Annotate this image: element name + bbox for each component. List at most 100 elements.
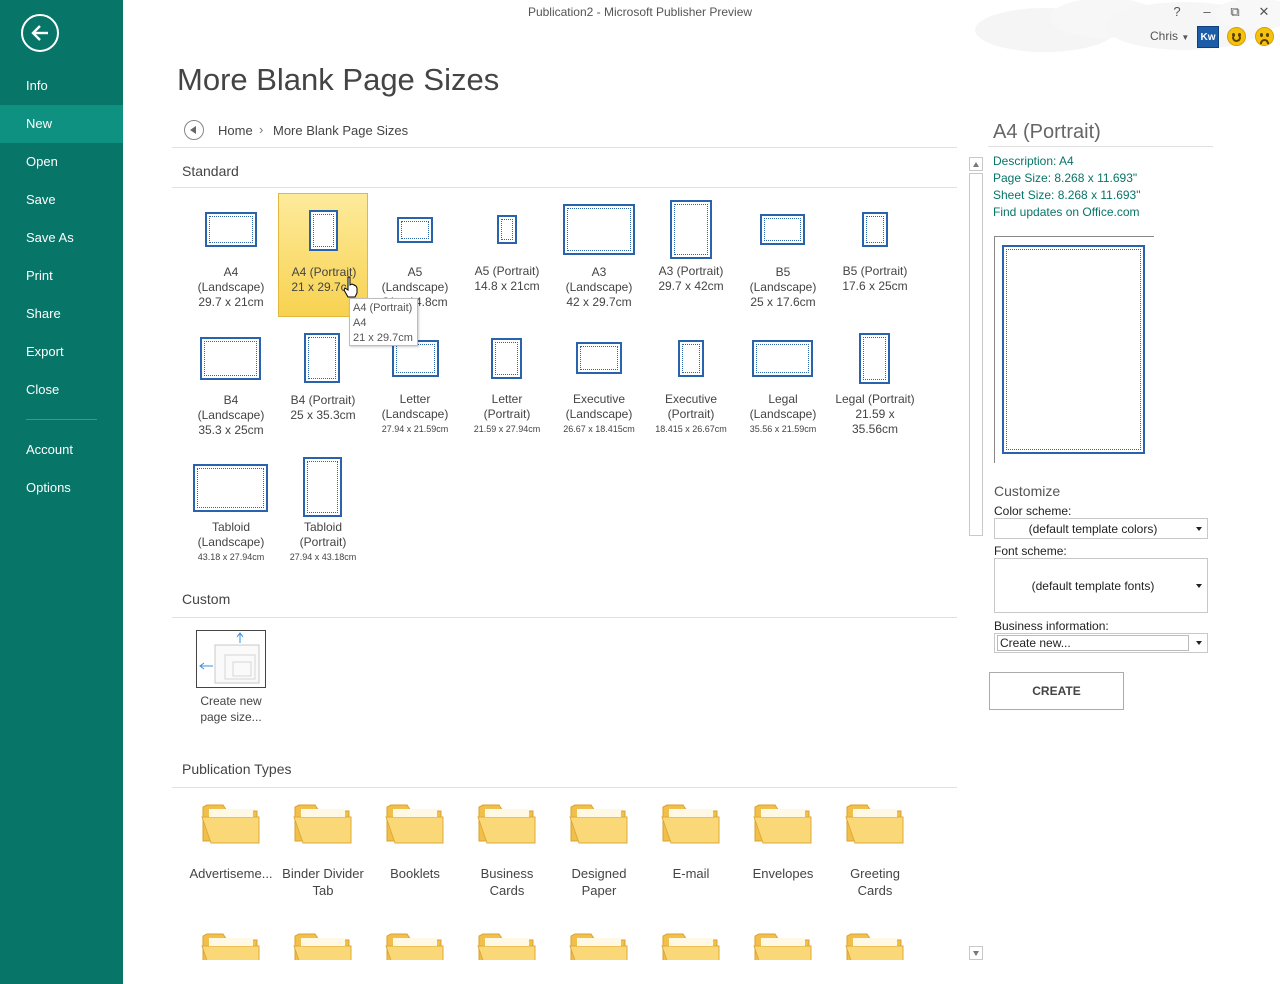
tile-orientation: (Landscape) (381, 280, 449, 294)
publication-type-tile[interactable] (186, 930, 276, 960)
frown-feedback-icon[interactable] (1255, 27, 1274, 46)
tile-dimensions: 21.59 x 27.94cm (473, 424, 541, 434)
tile-dimensions: 26.67 x 18.415cm (563, 424, 635, 434)
size-tile-b5-portrait[interactable]: B5 (Portrait) 17.6 x 25cm (830, 193, 920, 317)
size-tile-tabloid-portrait[interactable]: Tabloid (Portrait) 27.94 x 43.18cm (278, 449, 368, 573)
restore-button[interactable]: ⧉ (1222, 2, 1248, 22)
publication-type-tile[interactable]: Business Cards (462, 801, 552, 898)
nav-info[interactable]: Info (0, 67, 123, 105)
publication-type-label: Greeting (850, 866, 900, 881)
tile-dimensions: 27.94 x 21.59cm (381, 424, 449, 434)
nav-share[interactable]: Share (0, 295, 123, 333)
customize-heading: Customize (994, 483, 1061, 499)
size-tile-a3-portrait[interactable]: A3 (Portrait) 29.7 x 42cm (646, 193, 736, 317)
publication-type-tile[interactable]: Designed Paper (554, 801, 644, 898)
detail-sheet-size: Sheet Size: 8.268 x 11.693" (993, 188, 1141, 202)
publication-type-tile[interactable] (370, 930, 460, 960)
page-portrait-icon (303, 457, 342, 517)
nav-divider (26, 419, 97, 420)
color-scheme-dropdown[interactable]: (default template colors) (994, 518, 1208, 539)
user-name: Chris (1150, 29, 1179, 43)
page-portrait-icon (678, 340, 704, 377)
size-tile-a3-landscape[interactable]: A3 (Landscape) 42 x 29.7cm (554, 193, 644, 317)
font-scheme-dropdown[interactable]: (default template fonts) (994, 558, 1208, 613)
scroll-thumb[interactable] (969, 173, 983, 536)
size-tile-legal-landscape[interactable]: Legal (Landscape) 35.56 x 21.59cm (738, 321, 828, 445)
tile-dimensions: 25 x 35.3cm (290, 408, 356, 422)
publication-type-tile[interactable] (462, 930, 552, 960)
publication-type-tile[interactable]: Binder Divider Tab (278, 801, 368, 898)
nav-save[interactable]: Save (0, 181, 123, 219)
size-tile-b5-landscape[interactable]: B5 (Landscape) 25 x 17.6cm (738, 193, 828, 317)
scrollbar[interactable] (969, 157, 983, 960)
scroll-down-icon[interactable] (969, 946, 983, 960)
smile-feedback-icon[interactable] (1227, 27, 1246, 46)
size-tile-executive-portrait[interactable]: Executive (Portrait) 18.415 x 26.67cm (646, 321, 736, 445)
close-window-button[interactable]: ✕ (1251, 2, 1277, 22)
tile-name: A5 (Portrait) (474, 264, 540, 278)
size-tile-letter-portrait[interactable]: Letter (Portrait) 21.59 x 27.94cm (462, 321, 552, 445)
nav-account[interactable]: Account (0, 431, 123, 469)
nav-close[interactable]: Close (0, 371, 123, 409)
publication-type-tile[interactable]: E-mail (646, 801, 736, 897)
user-account-menu[interactable]: Chris ▼ (1150, 29, 1189, 43)
tile-dimensions: 35.56 x 21.59cm (749, 424, 817, 434)
custom-label-line1: Create new (200, 694, 262, 708)
breadcrumb-back-icon[interactable] (184, 120, 204, 140)
scroll-up-icon[interactable] (969, 157, 983, 171)
publication-type-tile[interactable] (646, 930, 736, 960)
nav-save-as[interactable]: Save As (0, 219, 123, 257)
divider (988, 146, 1213, 147)
tile-dimensions: 29.7 x 21cm (198, 295, 264, 309)
tile-dimensions: 14.8 x 21cm (474, 279, 540, 293)
publication-type-tile[interactable] (278, 930, 368, 960)
size-tile-a5-portrait[interactable]: A5 (Portrait) 14.8 x 21cm (462, 193, 552, 317)
nav-options[interactable]: Options (0, 469, 123, 507)
page-landscape-icon (193, 464, 268, 512)
size-tile-b4-landscape[interactable]: B4 (Landscape) 35.3 x 25cm (186, 321, 276, 445)
size-tile-a4-landscape[interactable]: A4 (Landscape) 29.7 x 21cm (186, 193, 276, 317)
divider (172, 787, 957, 788)
chevron-down-icon (1196, 527, 1202, 531)
tile-name: Tabloid (303, 520, 343, 534)
find-updates-link[interactable]: Find updates on Office.com (993, 205, 1140, 219)
publication-type-tile[interactable]: Greeting Cards (830, 801, 920, 898)
publication-type-tile[interactable] (830, 930, 920, 960)
breadcrumb-home[interactable]: Home (218, 123, 253, 138)
nav-open[interactable]: Open (0, 143, 123, 181)
minimize-button[interactable]: – (1194, 2, 1220, 22)
tile-orientation: (Portrait) (299, 535, 347, 549)
publication-type-tile[interactable]: Advertiseme... (186, 801, 276, 897)
tile-name: Legal (768, 392, 798, 406)
chevron-down-icon (1196, 641, 1202, 645)
page-landscape-icon (760, 214, 805, 245)
size-tile-tabloid-landscape[interactable]: Tabloid (Landscape) 43.18 x 27.94cm (186, 449, 276, 573)
tile-dimensions: 29.7 x 42cm (658, 279, 724, 293)
publication-type-tile[interactable]: Booklets (370, 801, 460, 897)
nav-print[interactable]: Print (0, 257, 123, 295)
back-button[interactable] (21, 14, 59, 52)
create-new-page-size-tile[interactable]: Create new page size... (190, 628, 272, 728)
size-tile-executive-landscape[interactable]: Executive (Landscape) 26.67 x 18.415cm (554, 321, 644, 445)
publication-type-tile[interactable] (738, 930, 828, 960)
publication-type-tile[interactable]: Envelopes (738, 801, 828, 897)
tile-name: Executive (572, 392, 626, 406)
tile-name: B4 (Portrait) (290, 393, 356, 407)
tile-name: B5 (Portrait) (842, 264, 908, 278)
business-info-dropdown[interactable]: Create new... (994, 633, 1208, 653)
publication-type-label: Business (480, 866, 534, 881)
size-tile-legal-portrait[interactable]: Legal (Portrait) 21.59 x 35.56cm (830, 321, 920, 445)
tile-name: Letter (399, 392, 431, 406)
page-portrait-icon (862, 212, 888, 247)
hand-cursor-icon (343, 276, 358, 298)
help-button[interactable]: ? (1164, 2, 1190, 22)
tile-dimensions: 17.6 x 25cm (842, 279, 908, 293)
nav-new[interactable]: New (0, 105, 123, 143)
avatar[interactable]: Kw (1197, 26, 1219, 48)
publication-type-tile[interactable] (554, 930, 644, 960)
create-button[interactable]: CREATE (989, 672, 1124, 710)
nav-export[interactable]: Export (0, 333, 123, 371)
page-landscape-icon (576, 342, 622, 374)
page-portrait-icon (304, 333, 340, 383)
tile-name: Legal (Portrait) (835, 392, 915, 406)
